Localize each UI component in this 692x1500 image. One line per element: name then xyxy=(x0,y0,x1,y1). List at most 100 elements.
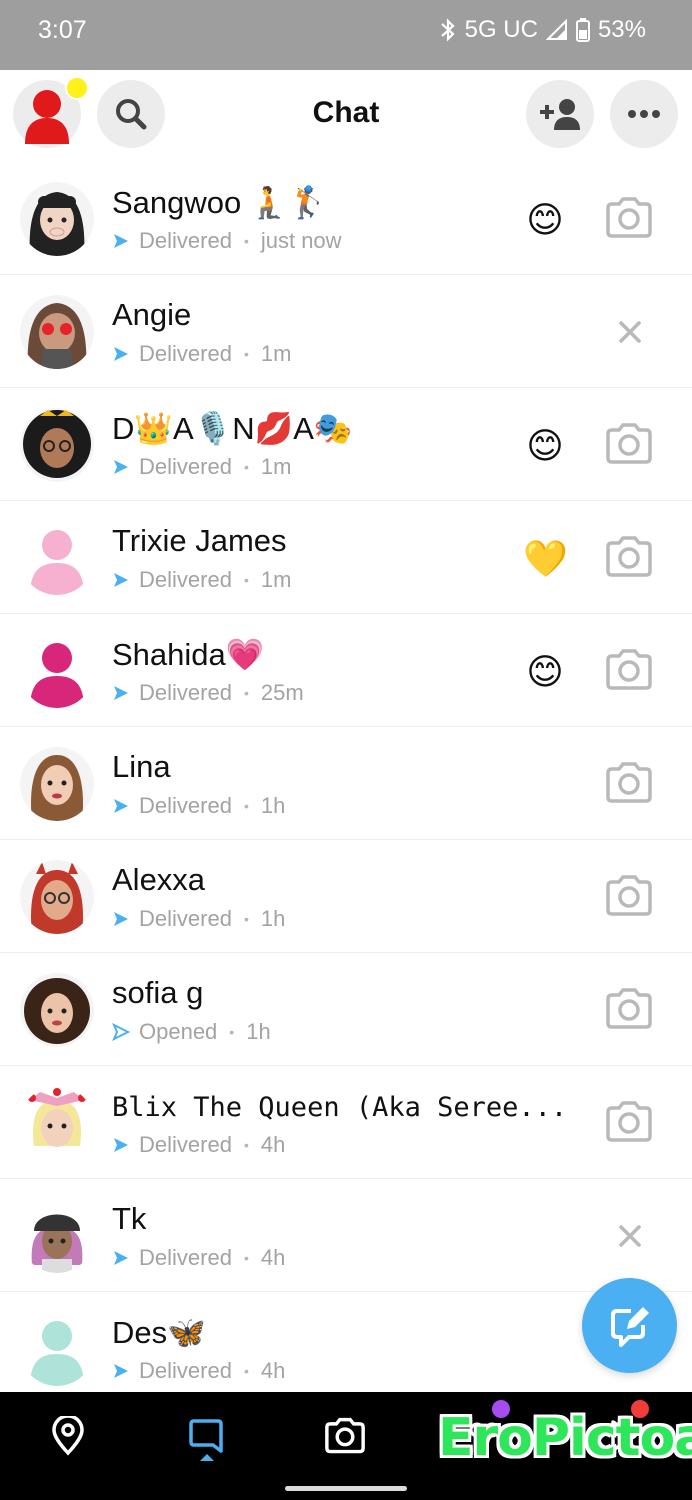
chat-status: Opened • 1h xyxy=(112,1019,271,1045)
chat-name: Trixie James xyxy=(112,523,287,558)
avatar[interactable] xyxy=(20,521,94,595)
camera-icon[interactable] xyxy=(604,422,654,466)
camera-icon[interactable] xyxy=(604,535,654,579)
chat-row[interactable]: Tk Delivered • 4h xyxy=(0,1179,692,1292)
chat-row[interactable]: Angie Delivered • 1m xyxy=(0,275,692,388)
status-time: 1h xyxy=(246,1019,271,1044)
delivered-arrow-icon xyxy=(114,1364,128,1378)
delivered-arrow-icon xyxy=(114,573,128,587)
network-label: 5G UC xyxy=(464,16,538,43)
chat-row[interactable]: Shahida💗 Delivered • 25m 😊 xyxy=(0,614,692,727)
status-label: Delivered xyxy=(139,680,232,705)
more-icon xyxy=(628,110,660,118)
status-time: 4h xyxy=(260,1358,286,1383)
close-icon[interactable] xyxy=(615,317,645,347)
chat-status: Delivered • 4h xyxy=(112,1358,285,1384)
chat-row[interactable]: Blix The Queen (Aka Seree... Delivered •… xyxy=(0,1066,692,1179)
opened-arrow-icon xyxy=(112,1023,130,1041)
status-time: 1m xyxy=(260,341,292,366)
status-bar: 3:07 5G UC 53% xyxy=(0,0,692,70)
chat-status: Delivered • 1m xyxy=(112,454,291,480)
camera-icon[interactable] xyxy=(604,761,654,805)
chat-row[interactable]: sofia g Opened • 1h xyxy=(0,953,692,1066)
status-time: 4h xyxy=(260,1132,286,1157)
separator-dot: • xyxy=(229,1024,235,1040)
separator-dot: • xyxy=(243,911,249,927)
status-label: Delivered xyxy=(139,1245,232,1270)
separator-dot: • xyxy=(243,572,249,588)
chat-row[interactable]: D👑A🎙️N💋A🎭 Delivered • 1m 😊 xyxy=(0,388,692,501)
delivered-arrow-icon xyxy=(114,347,128,361)
status-label: Delivered xyxy=(139,228,232,253)
avatar[interactable] xyxy=(20,747,94,821)
status-label: Delivered xyxy=(139,341,232,366)
avatar[interactable] xyxy=(20,295,94,369)
friend-emoji: 😊 xyxy=(526,651,564,692)
chat-name: D👑A🎙️N💋A🎭 xyxy=(112,411,353,446)
camera-icon xyxy=(325,1417,365,1454)
nav-map[interactable] xyxy=(38,1406,98,1466)
chat-status: Delivered • 4h xyxy=(112,1132,285,1158)
nav-camera[interactable] xyxy=(315,1406,375,1466)
home-indicator[interactable] xyxy=(285,1486,407,1491)
chat-name: Lina xyxy=(112,749,171,784)
avatar[interactable] xyxy=(20,408,94,482)
chat-name: Des🦋 xyxy=(112,1315,206,1350)
status-label: Delivered xyxy=(139,906,232,931)
status-time: 3:07 xyxy=(38,16,87,44)
separator-dot: • xyxy=(243,1363,249,1379)
delivered-arrow-icon xyxy=(114,234,128,248)
new-chat-icon xyxy=(610,1306,649,1347)
chat-row[interactable]: Trixie James Delivered • 1m 💛 xyxy=(0,501,692,614)
add-friend-icon xyxy=(540,99,580,130)
status-label: Opened xyxy=(139,1019,218,1044)
status-time: 1m xyxy=(260,454,292,479)
avatar[interactable] xyxy=(20,860,94,934)
chat-header: Chat xyxy=(0,70,692,162)
avatar[interactable] xyxy=(20,634,94,708)
chat-name: Shahida💗 xyxy=(112,637,265,672)
chat-row[interactable]: Sangwoo 🧎🏌 Delivered • just now 😊 xyxy=(0,162,692,275)
camera-icon[interactable] xyxy=(604,648,654,692)
status-time: just now xyxy=(260,228,342,253)
friend-emoji: 😊 xyxy=(526,425,564,466)
camera-icon[interactable] xyxy=(604,1100,654,1144)
chat-name: Alexxa xyxy=(112,862,206,897)
active-tab-indicator xyxy=(200,1454,214,1461)
chat-name: Tk xyxy=(112,1201,147,1236)
status-time: 4h xyxy=(260,1245,286,1270)
chat-name: Angie xyxy=(112,297,192,332)
map-icon xyxy=(52,1416,84,1456)
chat-list[interactable]: Sangwoo 🧎🏌 Delivered • just now 😊 Angie … xyxy=(0,162,692,1405)
delivered-arrow-icon xyxy=(114,1251,128,1265)
avatar[interactable] xyxy=(20,1086,94,1160)
add-friend-button[interactable] xyxy=(526,80,594,148)
signal-icon xyxy=(545,19,567,40)
status-time: 1h xyxy=(260,793,286,818)
chat-row[interactable]: Alexxa Delivered • 1h xyxy=(0,840,692,953)
avatar[interactable] xyxy=(20,1312,94,1386)
camera-icon[interactable] xyxy=(604,987,654,1031)
chat-name: sofia g xyxy=(112,975,204,1010)
separator-dot: • xyxy=(243,798,249,814)
status-label: Delivered xyxy=(139,1132,232,1157)
more-button[interactable] xyxy=(610,80,678,148)
camera-icon[interactable] xyxy=(604,874,654,918)
close-icon[interactable] xyxy=(615,1221,645,1251)
avatar[interactable] xyxy=(20,1199,94,1273)
bluetooth-icon xyxy=(440,18,455,42)
new-chat-button[interactable] xyxy=(582,1278,677,1373)
camera-icon[interactable] xyxy=(604,196,654,240)
avatar[interactable] xyxy=(20,182,94,256)
avatar[interactable] xyxy=(20,973,94,1047)
separator-dot: • xyxy=(243,233,249,249)
delivered-arrow-icon xyxy=(114,799,128,813)
status-label: Delivered xyxy=(139,793,232,818)
battery-icon xyxy=(575,18,590,42)
watermark: EroPictoa xyxy=(438,1408,692,1468)
delivered-arrow-icon xyxy=(114,460,128,474)
chat-status: Delivered • 1h xyxy=(112,793,285,819)
separator-dot: • xyxy=(243,346,249,362)
status-time: 1h xyxy=(260,906,286,931)
chat-row[interactable]: Lina Delivered • 1h xyxy=(0,727,692,840)
